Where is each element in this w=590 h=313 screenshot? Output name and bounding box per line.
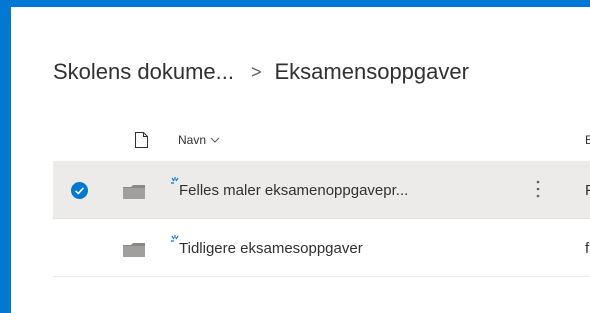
list-item[interactable]: Felles maler eksamenoppgavepr... F — [53, 161, 590, 219]
folder-icon — [123, 185, 145, 199]
window-frame-left — [0, 0, 11, 313]
file-name[interactable]: Felles maler eksamenoppgavepr... — [179, 182, 408, 199]
modified-value: F — [585, 182, 590, 199]
column-header-row: Navn E — [53, 120, 590, 160]
folder-icon — [123, 243, 145, 257]
checkmark-circle-icon[interactable] — [71, 182, 88, 199]
breadcrumb-current: Eksamensoppgaver — [274, 59, 469, 84]
window-frame-top — [0, 0, 590, 7]
column-header-name[interactable]: Navn — [178, 133, 220, 147]
breadcrumb-parent[interactable]: Skolens dokume... — [53, 59, 234, 85]
breadcrumb-separator: > — [250, 61, 262, 82]
column-header-name-label: Navn — [178, 133, 207, 147]
file-name[interactable]: Tidligere eksamesoppgaver — [179, 240, 363, 257]
more-vertical-icon[interactable] — [535, 179, 541, 199]
column-header-modified[interactable]: E — [585, 133, 590, 147]
chevron-down-icon — [210, 137, 220, 143]
breadcrumb: Skolens dokume... > Eksamensoppgaver — [53, 52, 469, 92]
file-icon[interactable] — [135, 132, 148, 148]
modified-value: f — [585, 240, 590, 257]
list-item[interactable]: Tidligere eksamesoppgaver f — [53, 219, 590, 277]
